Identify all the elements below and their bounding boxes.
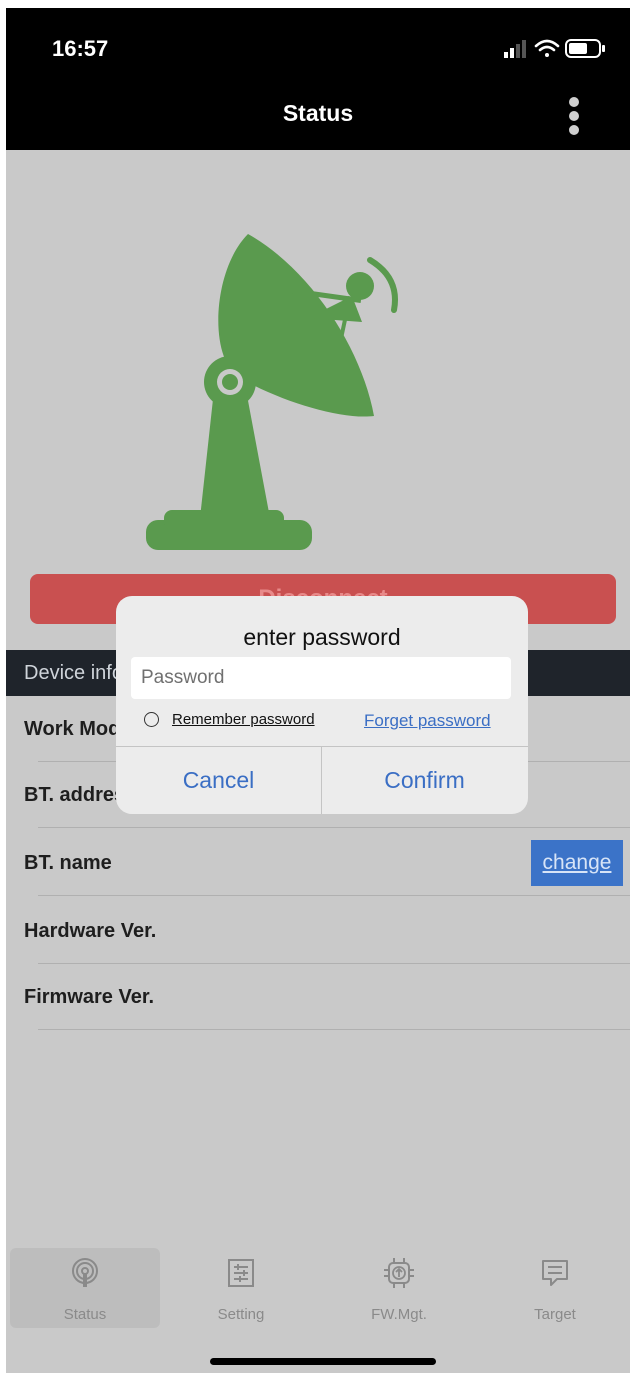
message-icon bbox=[542, 1260, 568, 1286]
status-icons bbox=[504, 39, 605, 58]
tab-target[interactable]: Target bbox=[480, 1248, 630, 1328]
tab-bar: Status Setting FW.Mgt. Target bbox=[6, 1248, 630, 1338]
bt-name-label: BT. name bbox=[24, 852, 112, 874]
divider bbox=[38, 827, 630, 828]
divider bbox=[38, 895, 630, 896]
tab-fw-mgt[interactable]: FW.Mgt. bbox=[324, 1248, 474, 1328]
status-bar: 16:57 Status bbox=[6, 8, 630, 150]
tab-status-label: Status bbox=[63, 1306, 107, 1323]
confirm-button[interactable]: Confirm bbox=[322, 747, 527, 814]
cancel-button[interactable]: Cancel bbox=[116, 747, 321, 814]
password-dialog: enter password Remember password Forget … bbox=[116, 596, 528, 814]
page-title: Status bbox=[282, 100, 354, 126]
wifi-icon bbox=[534, 39, 560, 57]
remember-radio[interactable] bbox=[144, 712, 159, 727]
home-indicator bbox=[210, 1358, 436, 1365]
satellite-dish-icon bbox=[146, 234, 398, 550]
battery-icon bbox=[565, 39, 605, 58]
hardware-ver-label: Hardware Ver. bbox=[24, 920, 157, 942]
password-input[interactable] bbox=[131, 657, 511, 699]
hardware-ver-row: Hardware Ver. bbox=[24, 898, 630, 964]
broadcast-icon bbox=[72, 1258, 98, 1287]
divider bbox=[38, 1029, 630, 1030]
chip-upload-icon bbox=[384, 1258, 414, 1288]
tab-fw-mgt-label: FW.Mgt. bbox=[371, 1306, 427, 1323]
clock: 16:57 bbox=[52, 36, 109, 61]
tab-setting[interactable]: Setting bbox=[166, 1248, 316, 1328]
tab-setting-label: Setting bbox=[217, 1306, 265, 1323]
forget-password-link[interactable]: Forget password bbox=[364, 711, 491, 731]
settings-sliders-icon bbox=[228, 1259, 254, 1287]
remember-password-label[interactable]: Remember password bbox=[172, 711, 315, 728]
firmware-ver-row: Firmware Ver. bbox=[24, 964, 630, 1030]
tab-target-label: Target bbox=[534, 1306, 576, 1323]
change-name-button[interactable]: change bbox=[531, 840, 623, 886]
dialog-title: enter password bbox=[243, 624, 401, 650]
signal-icon bbox=[504, 40, 526, 58]
tab-status[interactable]: Status bbox=[10, 1248, 160, 1328]
more-vertical-icon[interactable] bbox=[562, 94, 586, 142]
firmware-ver-label: Firmware Ver. bbox=[24, 986, 155, 1008]
